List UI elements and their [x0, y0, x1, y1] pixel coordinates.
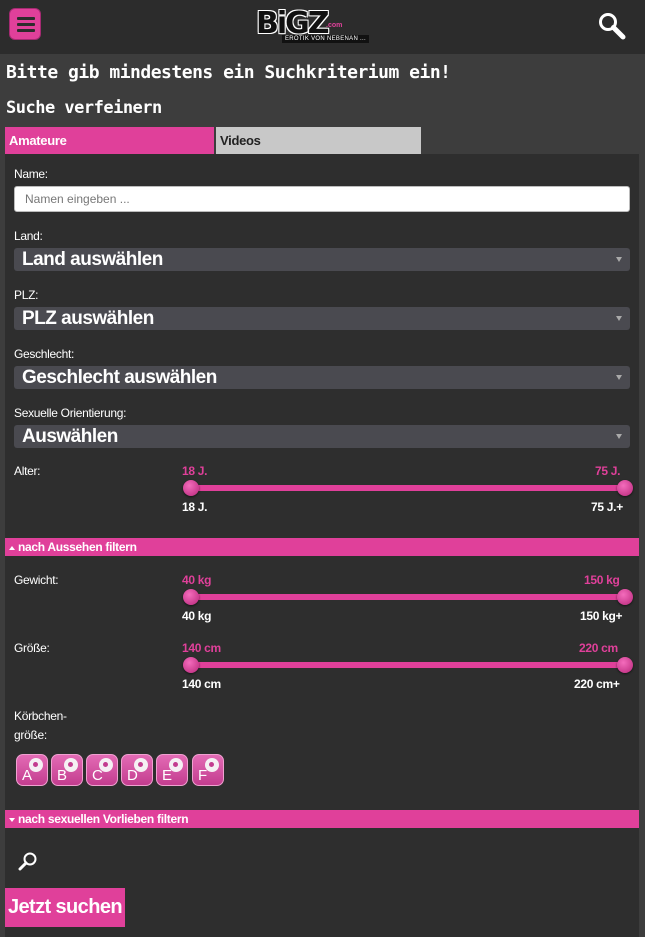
preferences-filter-label: nach sexuellen Vorlieben filtern — [18, 812, 189, 826]
country-select-value: Land auswählen — [22, 249, 163, 270]
gender-label: Geschlecht: — [14, 347, 75, 361]
weight-max-caption: 150 kg+ — [580, 609, 623, 623]
chevron-down-icon — [616, 434, 622, 439]
chevron-down-icon — [616, 316, 622, 321]
preferences-filter-toggle[interactable]: nach sexuellen Vorlieben filtern — [5, 810, 639, 828]
age-min-value: 18 J. — [182, 464, 208, 478]
menu-line — [17, 23, 35, 26]
cup-size-letter: C — [92, 767, 103, 784]
gender-select-value: Geschlecht auswählen — [22, 367, 217, 388]
appearance-filter-toggle[interactable]: nach Aussehen filtern — [5, 538, 639, 556]
menu-line — [17, 17, 35, 20]
orientation-label: Sexuelle Orientierung: — [14, 406, 127, 420]
height-range-slider[interactable] — [190, 662, 626, 668]
gender-select[interactable]: Geschlecht auswählen — [14, 366, 630, 389]
weight-min-caption: 40 kg — [182, 609, 212, 623]
age-label: Alter: — [14, 464, 41, 478]
search-icon-svg — [599, 13, 626, 40]
logo-tagline: EROTIK VON NEBENAN ... — [282, 35, 369, 43]
site-logo[interactable]: BiGZ .com EROTIK VON NEBENAN ... — [256, 6, 369, 46]
age-min-handle[interactable] — [183, 480, 199, 496]
chevron-down-icon — [9, 817, 15, 822]
weight-range-slider[interactable] — [190, 594, 626, 600]
weight-max-value: 150 kg — [584, 573, 620, 587]
height-min-caption: 140 cm — [182, 677, 221, 691]
height-min-handle[interactable] — [183, 657, 199, 673]
submit-search-button[interactable]: Jetzt suchen — [5, 888, 125, 927]
refine-search-title: Suche verfeinern — [6, 98, 162, 118]
age-max-caption: 75 J.+ — [591, 500, 623, 514]
age-max-value: 75 J. — [595, 464, 621, 478]
weight-max-handle[interactable] — [617, 589, 633, 605]
cup-size-a-button[interactable]: A — [16, 754, 48, 786]
cup-size-label-line1: Körbchen- — [14, 709, 67, 723]
tab-amateure[interactable]: Amateure — [5, 127, 214, 154]
age-range-slider[interactable] — [190, 485, 626, 491]
name-input[interactable] — [14, 186, 630, 212]
chevron-down-icon — [616, 257, 622, 262]
tab-videos[interactable]: Videos — [216, 127, 421, 154]
cup-size-f-button[interactable]: F — [192, 754, 224, 786]
notice-message: Bitte gib mindestens ein Suchkriterium e… — [6, 62, 451, 83]
name-label: Name: — [14, 167, 48, 181]
search-icon[interactable] — [598, 12, 626, 40]
cup-size-letter: F — [198, 767, 208, 784]
height-min-value: 140 cm — [182, 641, 221, 655]
country-label: Land: — [14, 229, 43, 243]
cup-size-d-button[interactable]: D — [121, 754, 153, 786]
cup-size-e-button[interactable]: E — [156, 754, 188, 786]
appearance-filter-label: nach Aussehen filtern — [18, 540, 137, 554]
top-bar: BiGZ .com EROTIK VON NEBENAN ... — [0, 0, 645, 54]
zip-select[interactable]: PLZ auswählen — [14, 307, 630, 330]
height-label: Größe: — [14, 641, 50, 655]
height-max-caption: 220 cm+ — [574, 677, 620, 691]
weight-min-value: 40 kg — [182, 573, 212, 587]
height-max-handle[interactable] — [617, 657, 633, 673]
orientation-select[interactable]: Auswählen — [14, 425, 630, 448]
zip-select-value: PLZ auswählen — [22, 308, 154, 329]
chevron-up-icon — [9, 545, 15, 550]
search-icon[interactable] — [18, 851, 38, 871]
weight-min-handle[interactable] — [183, 589, 199, 605]
orientation-select-value: Auswählen — [22, 426, 118, 447]
menu-line — [17, 29, 35, 32]
cup-size-letter: A — [22, 767, 33, 784]
chevron-down-icon — [616, 375, 622, 380]
zip-label: PLZ: — [14, 288, 39, 302]
cup-size-b-button[interactable]: B — [51, 754, 83, 786]
country-select[interactable]: Land auswählen — [14, 248, 630, 271]
cup-size-letter: B — [57, 767, 68, 784]
age-min-caption: 18 J. — [182, 500, 208, 514]
age-max-handle[interactable] — [617, 480, 633, 496]
logo-suffix: .com — [326, 22, 343, 29]
search-icon-svg — [18, 852, 37, 871]
hamburger-menu-button[interactable] — [9, 8, 41, 40]
cup-size-letter: D — [127, 767, 138, 784]
cup-size-c-button[interactable]: C — [86, 754, 118, 786]
height-max-value: 220 cm — [579, 641, 618, 655]
cup-size-label-line2: größe: — [14, 728, 47, 742]
weight-label: Gewicht: — [14, 573, 59, 587]
cup-size-letter: E — [162, 767, 173, 784]
